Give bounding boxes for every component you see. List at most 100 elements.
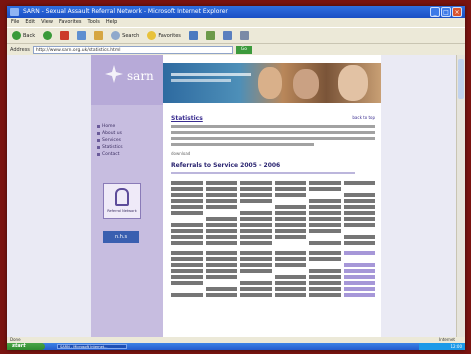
title-bar: SARN - Sexual Assault Referral Network -… [7,6,465,18]
menu-file[interactable]: File [11,18,19,27]
nav-item-services[interactable]: Services [97,137,123,144]
banner-text-line [171,79,231,82]
table-cell [240,235,272,239]
banner-text-line [171,73,251,76]
table-cell [171,287,203,291]
nav-label: Services [102,138,121,143]
close-icon[interactable]: × [452,7,462,17]
menu-favorites[interactable]: Favorites [59,18,82,27]
nav-item-about[interactable]: About us [97,130,123,137]
media-button[interactable] [187,29,200,42]
table-cell [309,281,341,285]
back-to-top-link[interactable]: back to top [352,115,375,120]
toolbar: Back Search Favorites [7,27,465,44]
start-button[interactable]: start [7,343,45,350]
table-cell [309,187,341,191]
menu-view[interactable]: View [41,18,53,27]
table-cell [309,251,341,255]
table-cell [171,187,203,191]
table-cell [274,223,306,227]
mail-icon [222,31,232,40]
table-cell [171,211,203,215]
table-cell [309,223,341,227]
table-cell [274,235,306,239]
table-cell [205,257,237,261]
nav-item-home[interactable]: Home [97,123,123,130]
forward-button[interactable] [41,29,54,42]
table-cell [171,281,203,285]
site-nav: Home About us Services Statistics Contac… [97,123,123,158]
address-label: Address [10,46,30,53]
table-cell [171,193,203,197]
table-cell [205,241,237,245]
table-cell [171,293,203,297]
print-button[interactable] [238,29,251,42]
referral-network-badge[interactable]: Referral Network [103,183,141,219]
paragraph-line [171,131,375,134]
search-button[interactable]: Search [109,29,141,42]
table-cell [343,251,375,255]
table-cell [171,181,203,185]
table-cell [343,275,375,279]
vertical-scrollbar[interactable] [456,55,465,337]
paragraph-line [171,137,375,140]
menu-help[interactable]: Help [106,18,117,27]
table-cell [274,281,306,285]
history-button[interactable] [204,29,217,42]
table-cell [309,257,341,261]
table-cell [240,193,272,197]
home-button[interactable] [92,29,105,42]
stop-button[interactable] [58,29,71,42]
table-cell [309,181,341,185]
taskbar: start SARN - Microsoft Internet... 12:00 [7,343,465,350]
partner-logo[interactable]: n.h.s [103,231,139,243]
bullet-icon [97,132,100,135]
table-cell [205,205,237,209]
print-icon [239,31,249,40]
table-cell [171,199,203,203]
menu-bar: File Edit View Favorites Tools Help [7,18,465,27]
table-cell [274,275,306,279]
download-link[interactable]: download [171,151,375,156]
table-cell [343,241,375,245]
table-cell [240,241,272,245]
nav-label: Home [102,124,116,129]
table-cell [240,181,272,185]
address-input[interactable]: http://www.sarn.org.uk/statistics.html [32,45,233,54]
status-text: Done [10,337,21,342]
table-cell [205,269,237,273]
go-button[interactable]: Go [235,45,252,54]
table-cell [274,251,306,255]
monitor-screen: SARN - Sexual Assault Referral Network -… [7,6,465,350]
paragraph-line [171,125,375,128]
table-cell [240,263,272,267]
table-cell [274,181,306,185]
back-button[interactable]: Back [10,29,37,42]
nav-item-statistics[interactable]: Statistics [97,144,123,151]
taskbar-item-ie[interactable]: SARN - Microsoft Internet... [57,344,127,349]
table-cell [309,263,341,267]
section-underline [171,172,355,174]
table-cell [274,193,306,197]
table-cell [171,263,203,267]
table-cell [309,287,341,291]
banner-photo [293,69,319,99]
menu-edit[interactable]: Edit [25,18,35,27]
table-cell [205,235,237,239]
menu-tools[interactable]: Tools [88,18,100,27]
star-icon [147,31,157,40]
maximize-icon[interactable]: □ [441,7,451,17]
table-cell [343,193,375,197]
mail-button[interactable] [221,29,234,42]
system-tray-clock: 12:00 [419,343,465,350]
table-cell [343,269,375,273]
figure-icon [115,188,129,206]
browser-viewport: sarn Home About us Services Statistics C… [7,55,465,337]
site-logo-area[interactable]: sarn [91,55,163,105]
favorites-button[interactable]: Favorites [145,29,183,42]
scroll-thumb[interactable] [458,59,464,99]
minimize-icon[interactable]: _ [430,7,440,17]
nav-item-contact[interactable]: Contact [97,151,123,158]
search-icon [111,31,121,40]
refresh-button[interactable] [75,29,88,42]
